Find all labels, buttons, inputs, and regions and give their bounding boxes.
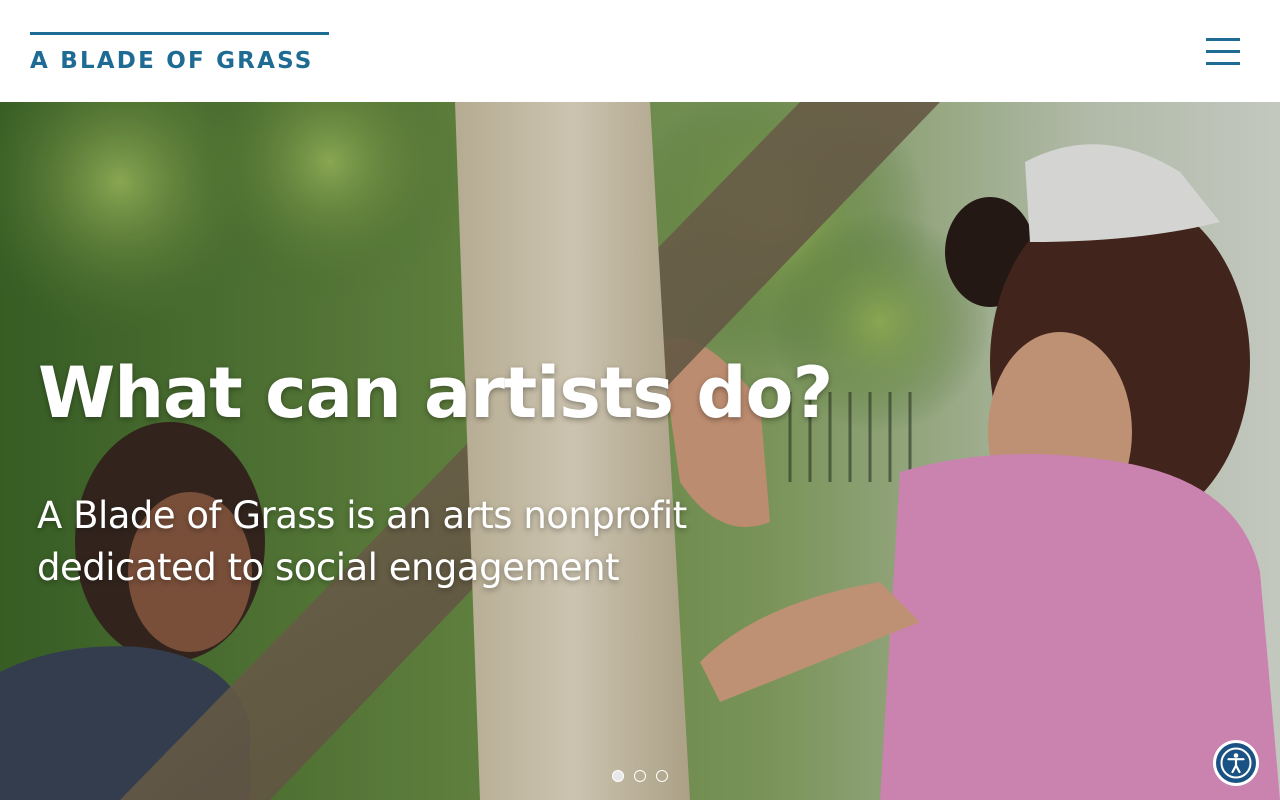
hero-subtitle: A Blade of Grass is an arts nonprofit de…: [37, 494, 687, 589]
carousel-dot-2[interactable]: [634, 770, 646, 782]
hamburger-menu-icon: [1206, 38, 1240, 41]
hero-title: What can artists do?: [38, 352, 833, 434]
site-header: A BLADE OF GRASS: [0, 0, 1280, 102]
accessibility-button[interactable]: [1213, 740, 1259, 786]
carousel-dot-3[interactable]: [656, 770, 668, 782]
accessibility-icon: [1216, 743, 1256, 783]
carousel-dot-1[interactable]: [612, 770, 624, 782]
carousel-dots: [612, 770, 668, 782]
logo-text: A BLADE OF GRASS: [30, 48, 314, 74]
hero-slider: What can artists do? A Blade of Grass is…: [0, 102, 1280, 800]
site-logo[interactable]: A BLADE OF GRASS: [30, 32, 329, 73]
hero-background-image: [0, 102, 1280, 800]
menu-button[interactable]: [1202, 34, 1244, 70]
